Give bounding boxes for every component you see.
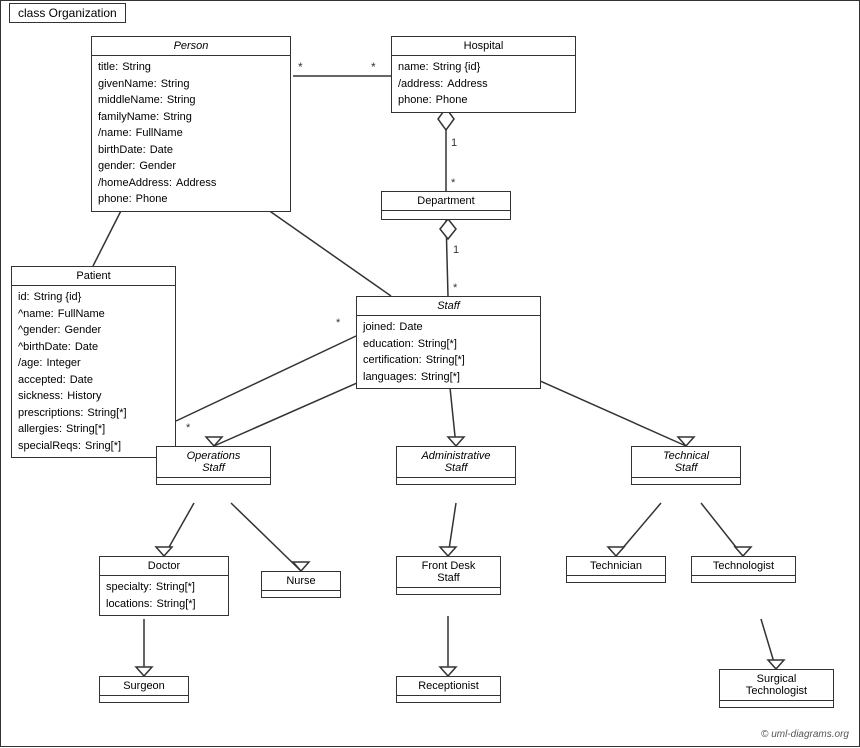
class-nurse: Nurse	[261, 571, 341, 598]
class-administrative-staff: AdministrativeStaff	[396, 446, 516, 485]
svg-text:*: *	[453, 282, 458, 294]
class-staff-header: Staff	[357, 297, 540, 316]
class-person-name: Person	[174, 40, 209, 52]
class-surgical-technologist-header: SurgicalTechnologist	[720, 670, 833, 701]
class-technical-staff-body	[632, 478, 740, 484]
class-operations-staff: OperationsStaff	[156, 446, 271, 485]
svg-text:*: *	[186, 422, 191, 434]
diagram-title: class Organization	[9, 3, 126, 23]
class-department-header: Department	[382, 192, 510, 211]
class-patient-body: id:String {id} ^name:FullName ^gender:Ge…	[12, 286, 175, 457]
class-technical-staff-header: TechnicalStaff	[632, 447, 740, 478]
class-person-body: title:String givenName:String middleName…	[92, 56, 290, 211]
class-technical-staff: TechnicalStaff	[631, 446, 741, 485]
class-surgical-technologist-body	[720, 701, 833, 707]
diagram-container: class Organization * * 1 * 1 *	[0, 0, 860, 747]
class-front-desk-staff: Front DeskStaff	[396, 556, 501, 595]
class-receptionist: Receptionist	[396, 676, 501, 703]
class-technician-body	[567, 576, 665, 582]
class-administrative-staff-header: AdministrativeStaff	[397, 447, 515, 478]
class-patient: Patient id:String {id} ^name:FullName ^g…	[11, 266, 176, 458]
class-receptionist-header: Receptionist	[397, 677, 500, 696]
class-technologist: Technologist	[691, 556, 796, 583]
class-operations-staff-header: OperationsStaff	[157, 447, 270, 478]
class-staff: Staff joined:Date education:String[*] ce…	[356, 296, 541, 389]
class-department: Department	[381, 191, 511, 220]
class-front-desk-staff-body	[397, 588, 500, 594]
class-surgeon-header: Surgeon	[100, 677, 188, 696]
class-surgeon-body	[100, 696, 188, 702]
svg-text:*: *	[451, 177, 456, 189]
class-doctor-body: specialty:String[*] locations:String[*]	[100, 576, 228, 615]
class-technician: Technician	[566, 556, 666, 583]
class-hospital-header: Hospital	[392, 37, 575, 56]
class-staff-body: joined:Date education:String[*] certific…	[357, 316, 540, 388]
class-hospital: Hospital name:String {id} /address:Addre…	[391, 36, 576, 113]
class-department-body	[382, 211, 510, 219]
class-technologist-header: Technologist	[692, 557, 795, 576]
svg-text:*: *	[336, 317, 341, 329]
svg-text:1: 1	[451, 137, 457, 149]
class-hospital-body: name:String {id} /address:Address phone:…	[392, 56, 575, 112]
class-technician-header: Technician	[567, 557, 665, 576]
class-person-header: Person	[92, 37, 290, 56]
class-nurse-header: Nurse	[262, 572, 340, 591]
class-doctor-header: Doctor	[100, 557, 228, 576]
class-administrative-staff-body	[397, 478, 515, 484]
class-technologist-body	[692, 576, 795, 582]
class-front-desk-staff-header: Front DeskStaff	[397, 557, 500, 588]
class-receptionist-body	[397, 696, 500, 702]
class-person: Person title:String givenName:String mid…	[91, 36, 291, 212]
svg-text:1: 1	[453, 244, 459, 256]
class-doctor: Doctor specialty:String[*] locations:Str…	[99, 556, 229, 616]
class-patient-header: Patient	[12, 267, 175, 286]
svg-text:*: *	[371, 60, 376, 74]
class-surgical-technologist: SurgicalTechnologist	[719, 669, 834, 708]
class-surgeon: Surgeon	[99, 676, 189, 703]
svg-text:*: *	[298, 60, 303, 74]
copyright-text: © uml-diagrams.org	[761, 729, 849, 740]
class-operations-staff-body	[157, 478, 270, 484]
class-nurse-body	[262, 591, 340, 597]
